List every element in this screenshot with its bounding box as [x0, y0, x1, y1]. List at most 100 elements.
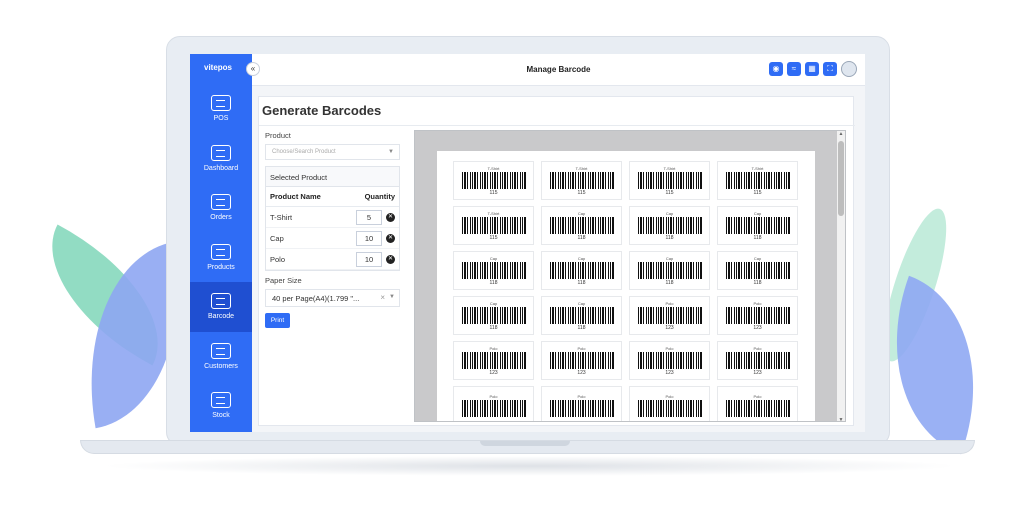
paper-size-label: Paper Size	[265, 276, 302, 285]
selected-product-heading: Selected Product	[266, 167, 399, 187]
pos-icon	[211, 95, 231, 112]
sidebar-item-customers[interactable]: Customers	[190, 332, 252, 382]
barcode-label: Cap 118	[453, 296, 534, 335]
barcode-label: Cap 118	[717, 251, 798, 290]
customers-icon	[211, 342, 231, 359]
calculator-icon[interactable]: ▦	[805, 62, 819, 76]
barcode-icon	[211, 293, 231, 310]
products-icon	[211, 243, 231, 260]
paper-sheet: T-Shirt 115 T-Shirt 115 T-Shirt 115 T-Shirt 115…	[437, 151, 815, 421]
remove-icon[interactable]: ✕	[386, 254, 395, 264]
barcode-label: T-Shirt 115	[453, 161, 534, 200]
barcode-bars	[637, 261, 702, 279]
print-button[interactable]: Print	[265, 313, 290, 328]
barcode-label: Polo 123	[541, 341, 622, 380]
barcode-bars	[637, 306, 702, 324]
barcode-number: 115	[577, 189, 586, 196]
product-row: Polo 10 ✕	[266, 249, 399, 270]
barcode-product-name: Cap	[665, 210, 674, 216]
clear-icon[interactable]: ×	[380, 293, 385, 302]
sidebar-item-pos[interactable]: POS	[190, 84, 252, 134]
barcode-bars	[549, 399, 614, 417]
barcode-product-name: Cap	[665, 255, 674, 261]
barcode-label: Polo 123	[629, 296, 710, 335]
barcode-product-name: Polo	[665, 345, 674, 351]
barcode-product-name: Cap	[577, 255, 586, 261]
orders-icon	[211, 194, 231, 211]
product-row: Cap 10 ✕	[266, 228, 399, 249]
barcode-bars	[549, 216, 614, 234]
barcode-bars	[461, 216, 526, 234]
wifi-icon[interactable]: ≈	[787, 62, 801, 76]
fullscreen-icon[interactable]: ⛶	[823, 62, 837, 76]
divider	[259, 125, 855, 126]
product-name: Polo	[270, 254, 286, 264]
barcode-bars	[461, 351, 526, 369]
barcode-product-name: Polo	[665, 393, 674, 399]
sidebar-item-dashboard[interactable]: Dashboard	[190, 134, 252, 184]
quantity-input[interactable]: 10	[356, 230, 382, 246]
scroll-up-icon[interactable]: ▲	[838, 131, 844, 137]
barcode-product-name: T-Shirt	[575, 165, 588, 171]
barcode-product-name: Polo	[489, 345, 498, 351]
barcode-label: T-Shirt 115	[453, 206, 534, 245]
preview-scrollbar[interactable]: ▲ ▼	[837, 131, 845, 421]
product-row: T-Shirt 5 ✕	[266, 207, 399, 228]
barcode-bars	[725, 399, 790, 417]
barcode-bars	[461, 306, 526, 324]
remove-icon[interactable]: ✕	[386, 233, 395, 243]
barcode-bars	[549, 351, 614, 369]
barcode-number: 115	[665, 189, 674, 196]
product-table-header: Product Name Quantity	[266, 187, 399, 207]
barcode-product-name: Cap	[753, 210, 762, 216]
barcode-grid: T-Shirt 115 T-Shirt 115 T-Shirt 115 T-Shirt 115…	[453, 161, 798, 421]
barcode-number: 123	[753, 369, 762, 376]
barcode-label: Polo	[717, 386, 798, 421]
barcode-bars	[637, 399, 702, 417]
barcode-label: Polo	[453, 386, 534, 421]
restaurant-icon[interactable]: ◉	[769, 62, 783, 76]
barcode-product-name: Cap	[577, 210, 586, 216]
quantity-input[interactable]: 5	[356, 209, 382, 225]
remove-icon[interactable]: ✕	[386, 212, 395, 222]
barcode-bars	[725, 261, 790, 279]
stage: vitepos POS Dashboard Orders Products Barcod…	[0, 0, 1024, 529]
scroll-thumb[interactable]	[838, 141, 844, 216]
barcode-preview[interactable]: T-Shirt 115 T-Shirt 115 T-Shirt 115 T-Shirt 115…	[414, 130, 846, 422]
sidebar-item-products[interactable]: Products	[190, 233, 252, 283]
sidebar-item-label: Stock	[212, 412, 230, 420]
barcode-number: 118	[665, 279, 674, 286]
barcode-product-name: Cap	[489, 255, 498, 261]
quantity-input[interactable]: 10	[356, 251, 382, 267]
column-product-name: Product Name	[270, 192, 321, 201]
barcode-product-name: T-Shirt	[663, 165, 676, 171]
sidebar-item-stock[interactable]: Stock	[190, 381, 252, 431]
barcode-label: T-Shirt 115	[717, 161, 798, 200]
sidebar: vitepos POS Dashboard Orders Products Barcod…	[190, 54, 252, 432]
sidebar-item-barcode[interactable]: Barcode	[190, 282, 252, 332]
barcode-bars	[637, 351, 702, 369]
barcode-number: 118	[577, 279, 586, 286]
stock-icon	[211, 392, 231, 409]
barcode-bars	[725, 171, 790, 189]
barcode-label: Cap 118	[629, 251, 710, 290]
barcode-number: 123	[577, 369, 586, 376]
barcode-label: Cap 118	[541, 251, 622, 290]
scroll-down-icon[interactable]: ▼	[838, 417, 844, 421]
sidebar-item-label: Dashboard	[203, 164, 239, 172]
barcode-label: Cap 118	[541, 296, 622, 335]
product-search-select[interactable]: Choose/Search Product ▼	[265, 144, 400, 160]
barcode-number: 123	[753, 324, 762, 331]
barcode-bars	[461, 261, 526, 279]
barcode-product-name: T-Shirt	[487, 165, 500, 171]
sidebar-item-label: Orders	[210, 214, 232, 222]
sidebar-item-label: POS	[213, 115, 229, 123]
barcode-product-name: Polo	[753, 393, 762, 399]
barcode-bars	[461, 171, 526, 189]
barcode-bars	[725, 216, 790, 234]
paper-size-select[interactable]: 40 per Page(A4)(1.799 "... × ▼	[265, 289, 400, 307]
barcode-label: T-Shirt 115	[541, 161, 622, 200]
barcode-label: Cap 118	[541, 206, 622, 245]
sidebar-item-orders[interactable]: Orders	[190, 183, 252, 233]
avatar[interactable]	[841, 61, 857, 77]
